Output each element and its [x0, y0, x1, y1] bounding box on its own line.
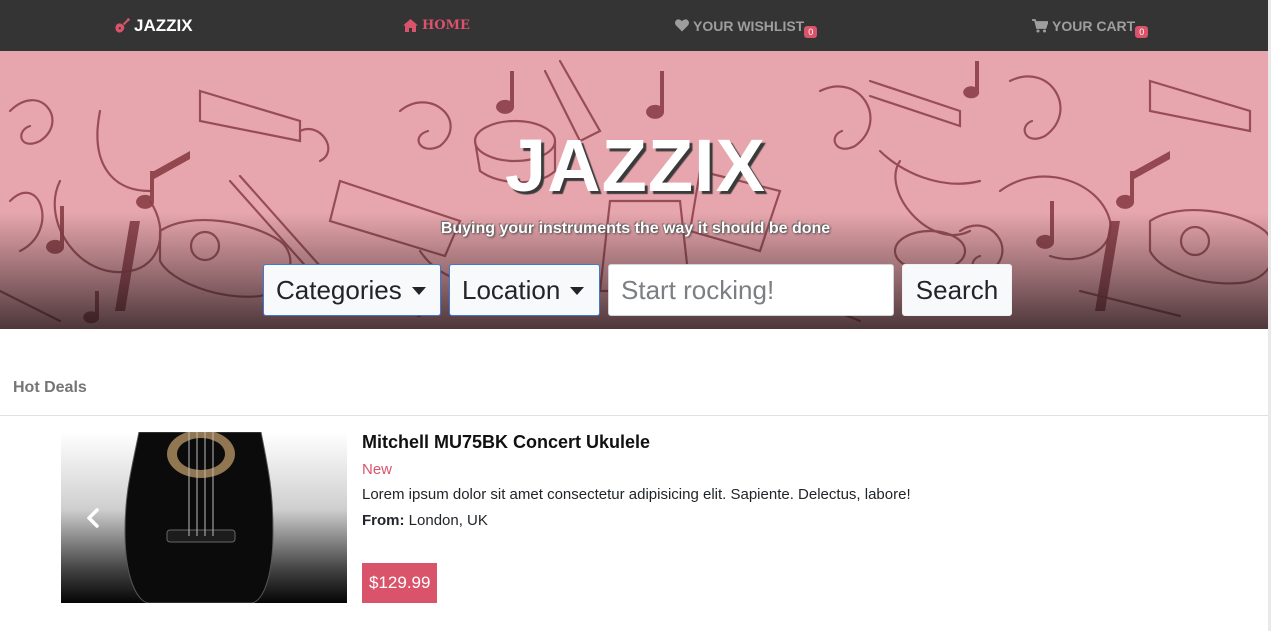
cart-count-badge: 0 — [1135, 25, 1149, 38]
brand-link[interactable]: JAZZIX — [114, 0, 193, 51]
product-description: Lorem ipsum dolor sit amet consectetur a… — [362, 486, 911, 503]
nav-cart-label: YOUR CART — [1052, 17, 1136, 34]
price-tag[interactable]: $129.99 — [362, 563, 438, 603]
location-dropdown-label: Location — [462, 274, 561, 305]
search-button[interactable]: Search — [902, 264, 1012, 316]
hot-deals-heading: Hot Deals — [13, 379, 87, 396]
nav-wishlist[interactable]: YOUR WISHLIST 0 — [675, 0, 818, 51]
categories-dropdown[interactable]: Categories — [263, 264, 441, 316]
section-divider — [0, 415, 1271, 416]
nav-home[interactable]: HOME — [403, 0, 470, 51]
location-value: London, UK — [408, 512, 488, 529]
chevron-left-icon — [87, 508, 99, 528]
location-dropdown[interactable]: Location — [449, 264, 600, 316]
carousel-prev-arrow[interactable] — [83, 506, 103, 530]
home-icon — [403, 19, 418, 32]
wishlist-count-badge: 0 — [804, 25, 818, 38]
hero-title: JAZZIX — [505, 124, 766, 207]
product-carousel[interactable] — [61, 432, 347, 603]
brand-label: JAZZIX — [134, 15, 193, 35]
heart-icon — [675, 19, 689, 32]
categories-dropdown-label: Categories — [276, 274, 402, 305]
search-bar: Categories Location Search — [263, 264, 1012, 316]
product-condition: New — [362, 461, 393, 478]
guitar-icon — [114, 17, 130, 34]
product-location: From: London, UK — [362, 512, 488, 529]
caret-down-icon — [570, 287, 585, 295]
cart-icon — [1032, 18, 1048, 33]
hero-subtitle: Buying your instruments the way it shoul… — [440, 220, 831, 237]
nav-home-label: HOME — [422, 18, 470, 33]
search-input[interactable] — [608, 264, 894, 316]
top-navbar: JAZZIX HOME YOUR WISHLIST 0 YOUR CART 0 — [0, 0, 1271, 51]
from-label: From: — [362, 512, 405, 529]
caret-down-icon — [411, 287, 426, 295]
nav-cart[interactable]: YOUR CART 0 — [1032, 0, 1149, 51]
ukulele-image — [61, 432, 347, 603]
product-title[interactable]: Mitchell MU75BK Concert Ukulele — [362, 432, 650, 453]
hero-banner: JAZZIX Buying your instruments the way i… — [0, 51, 1271, 329]
nav-wishlist-label: YOUR WISHLIST — [693, 17, 805, 34]
